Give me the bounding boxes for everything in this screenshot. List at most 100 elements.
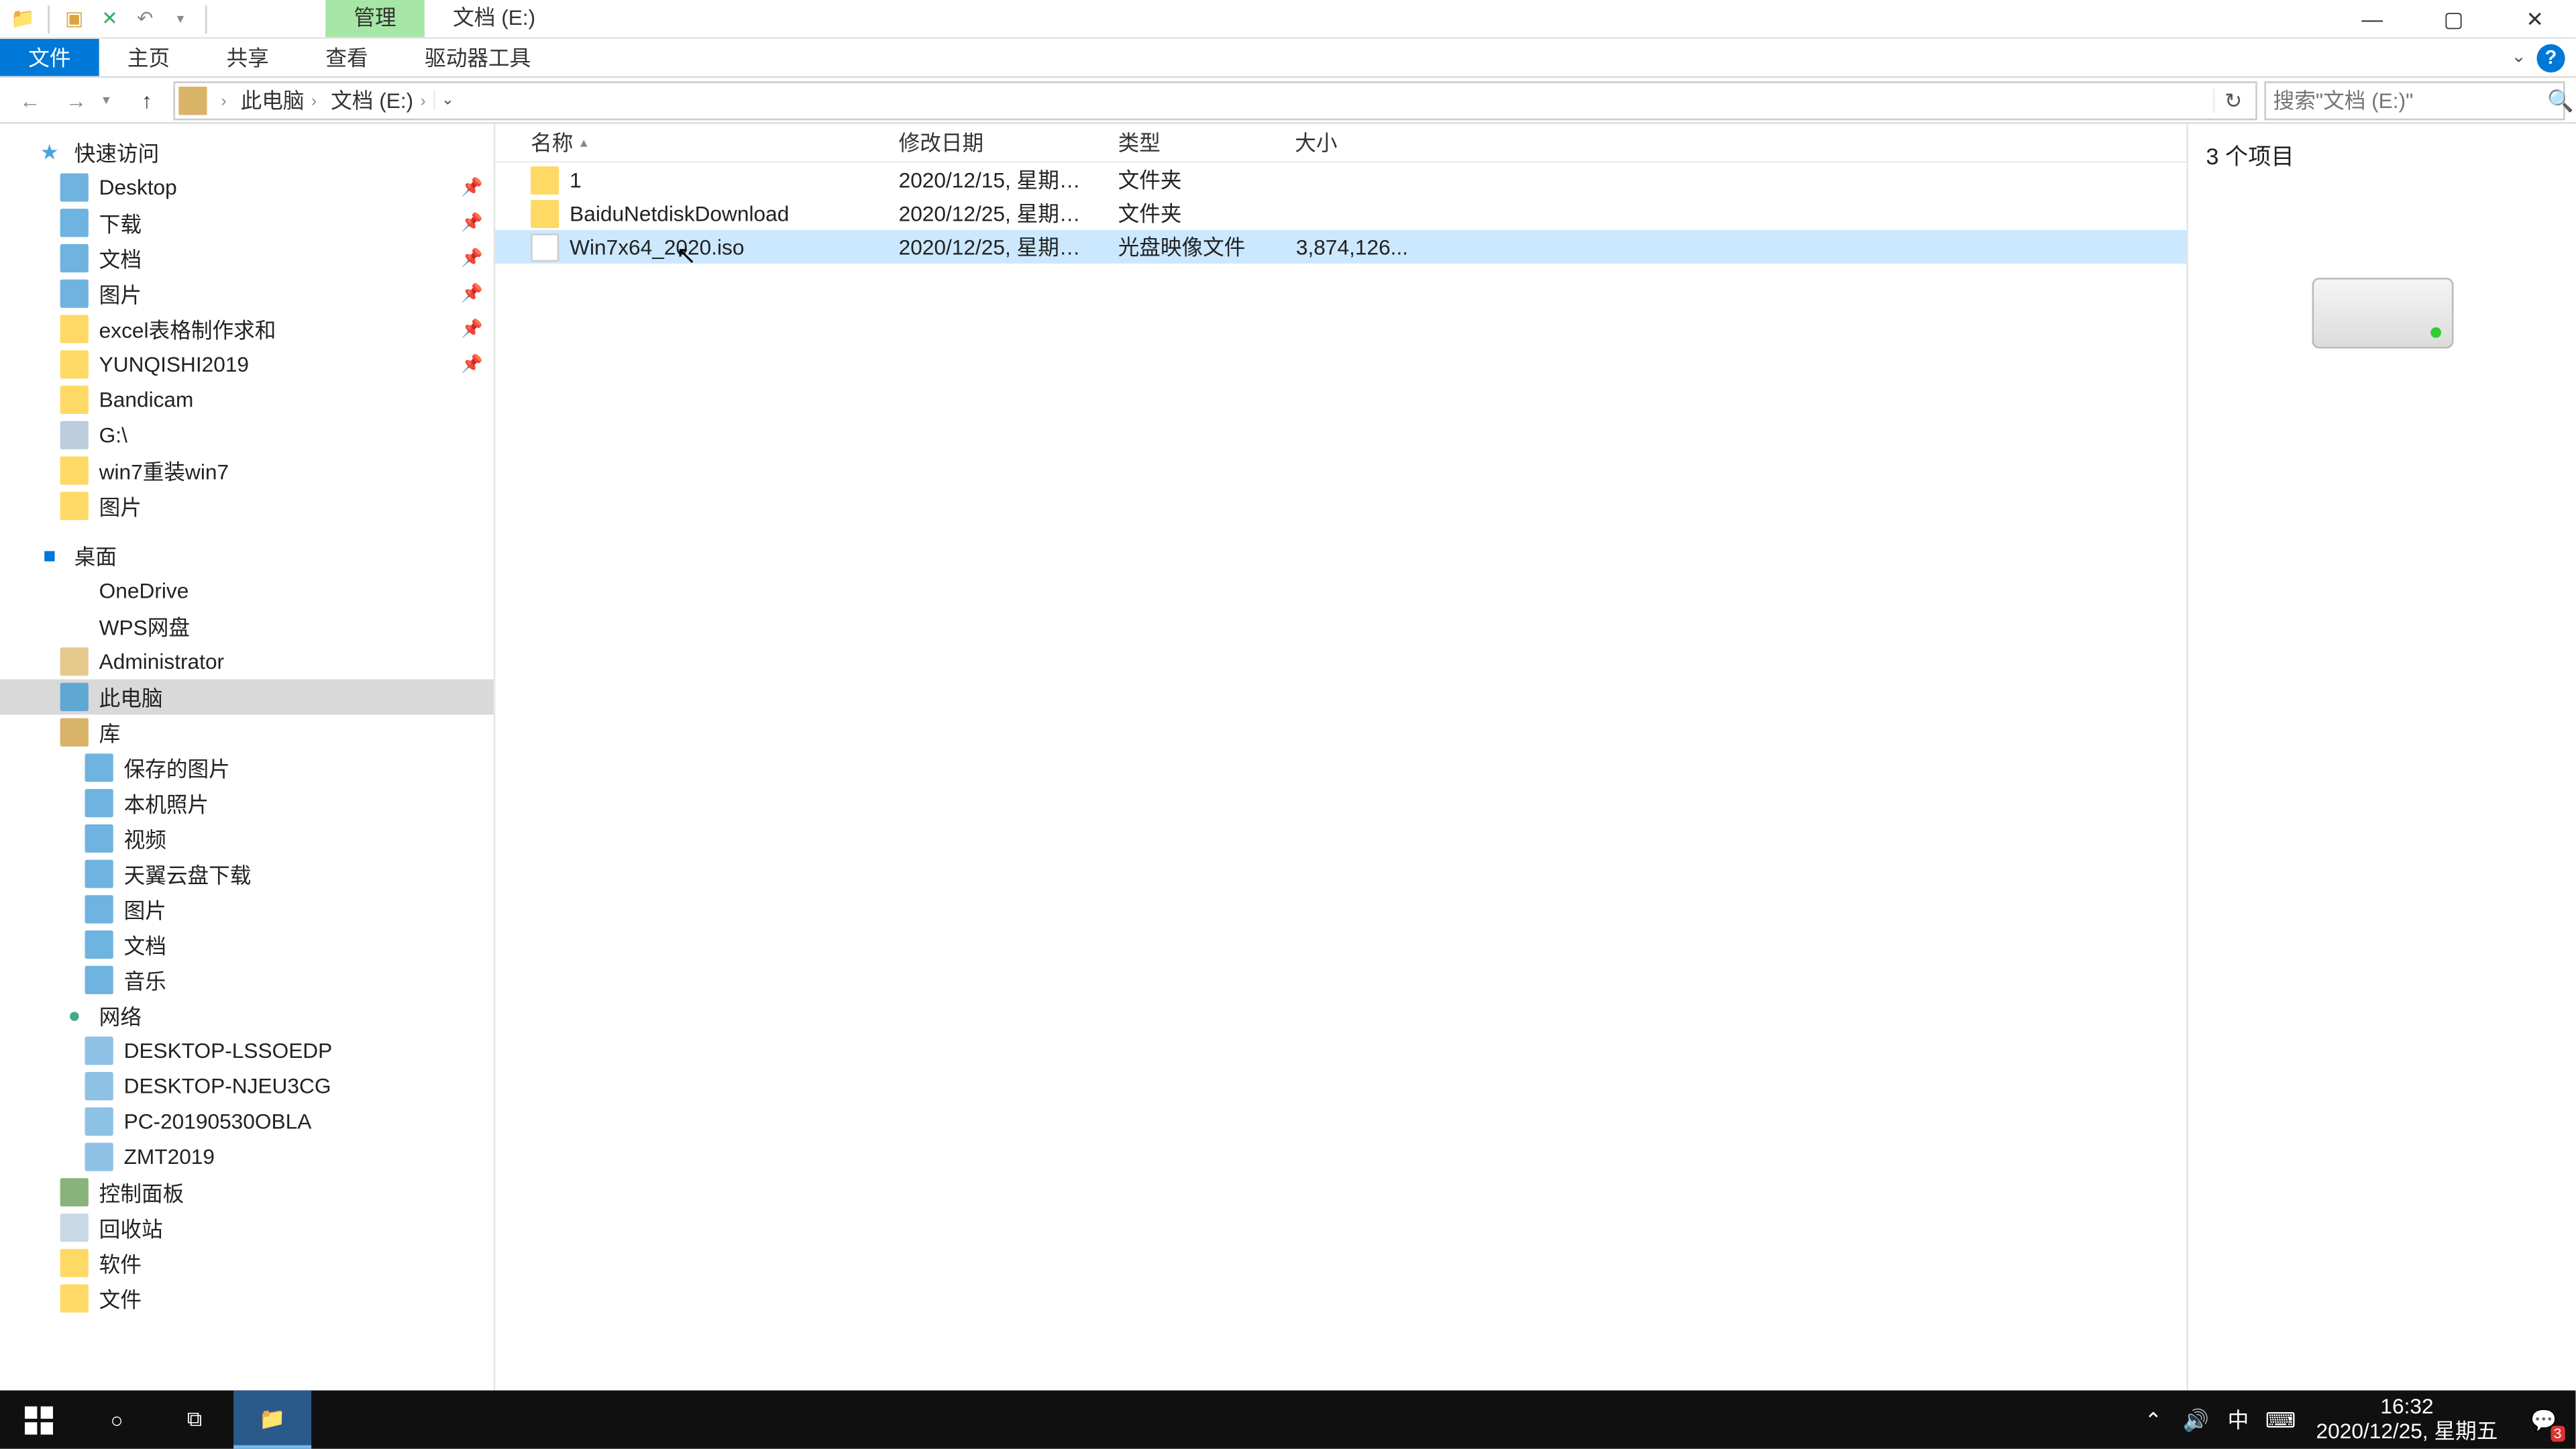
tab-view[interactable]: 查看	[297, 39, 396, 76]
tree-item[interactable]: 视频	[0, 821, 494, 857]
tray-overflow-icon[interactable]: ⌃	[2132, 1391, 2174, 1449]
address-icon	[178, 86, 207, 114]
tree-item[interactable]: 下载📌	[0, 205, 494, 241]
tree-item[interactable]: ZMT2019	[0, 1139, 494, 1175]
tab-file[interactable]: 文件	[0, 39, 99, 76]
folder-icon	[531, 199, 559, 227]
col-type[interactable]: 类型	[1104, 124, 1281, 161]
action-center-icon[interactable]: 💬3	[2512, 1391, 2576, 1449]
crumb-location[interactable]: 文档 (E:)›	[324, 85, 433, 115]
tray-ime-icon[interactable]: 中	[2217, 1391, 2259, 1449]
tree-item[interactable]: 图片📌	[0, 276, 494, 311]
tree-item[interactable]: Bandicam	[0, 382, 494, 418]
taskbar[interactable]: ○ ⧉ 📁 ⌃ 🔊 中 ⌨ 16:32 2020/12/25, 星期五 💬3	[0, 1391, 2575, 1449]
explorer-window: 📁 ▣ ✕ ↶ ▾ 管理 文档 (E:) — ▢ ✕ 文件 主页 共享 查看 驱…	[0, 0, 2575, 1449]
tree-desktop[interactable]: ■桌面	[0, 538, 494, 574]
tree-item[interactable]: excel表格制作求和📌	[0, 311, 494, 347]
crumb-root[interactable]: ›	[211, 91, 233, 109]
title-bar: 📁 ▣ ✕ ↶ ▾ 管理 文档 (E:) — ▢ ✕	[0, 0, 2575, 39]
tree-control-panel[interactable]: 控制面板	[0, 1175, 494, 1210]
tray-clock[interactable]: 16:32 2020/12/25, 星期五	[2302, 1396, 2512, 1443]
crumb-pc[interactable]: 此电脑›	[233, 85, 324, 115]
pin-icon: 📌	[461, 284, 483, 303]
tree-item[interactable]: 图片	[0, 488, 494, 524]
nav-tree[interactable]: ★快速访问 Desktop📌下载📌文档📌图片📌excel表格制作求和📌YUNQI…	[0, 124, 495, 1410]
tray-volume-icon[interactable]: 🔊	[2175, 1391, 2217, 1449]
tree-item[interactable]: YUNQISHI2019📌	[0, 347, 494, 382]
tree-item[interactable]: DESKTOP-NJEU3CG	[0, 1069, 494, 1104]
table-row[interactable]: BaiduNetdiskDownload2020/12/25, 星期五 1...…	[495, 197, 2186, 230]
drive-icon	[2311, 278, 2453, 348]
tree-item[interactable]: DESKTOP-LSSOEDP	[0, 1033, 494, 1069]
tree-item[interactable]: 本机照片	[0, 786, 494, 821]
pin-icon: 📌	[461, 355, 483, 374]
table-row[interactable]: Win7x64_2020.iso2020/12/25, 星期五 1...光盘映像…	[495, 230, 2186, 264]
tree-item[interactable]: win7重装win7	[0, 453, 494, 488]
nav-back-icon[interactable]: ←	[11, 80, 50, 119]
file-icon	[531, 233, 559, 261]
tree-files[interactable]: 文件	[0, 1281, 494, 1316]
taskbar-explorer-icon[interactable]: 📁	[233, 1391, 311, 1449]
nav-up-icon[interactable]: ↑	[127, 80, 166, 119]
col-date[interactable]: 修改日期	[885, 124, 1104, 161]
folder-icon	[531, 166, 559, 194]
tree-item[interactable]: 图片	[0, 892, 494, 927]
nav-bar: ← → ▾ ↑ › 此电脑› 文档 (E:)› ⌄ ↻ 🔍	[0, 78, 2575, 124]
address-dropdown-icon[interactable]: ⌄	[433, 90, 461, 109]
maximize-button[interactable]: ▢	[2413, 0, 2494, 38]
window-title: 文档 (E:)	[425, 0, 564, 37]
tree-item[interactable]: 库	[0, 714, 494, 750]
taskbar-search-icon[interactable]: ○	[78, 1391, 156, 1449]
preview-pane: 3 个项目	[2186, 124, 2575, 1410]
tree-software[interactable]: 软件	[0, 1245, 494, 1281]
refresh-icon[interactable]: ↻	[2213, 88, 2252, 113]
col-size[interactable]: 大小	[1281, 124, 1422, 161]
tab-drive-tools[interactable]: 驱动器工具	[396, 39, 559, 76]
tree-item[interactable]: 保存的图片	[0, 750, 494, 786]
tree-item[interactable]: 天翼云盘下载	[0, 856, 494, 892]
address-bar[interactable]: › 此电脑› 文档 (E:)› ⌄ ↻	[173, 80, 2257, 119]
tree-quick-access[interactable]: ★快速访问	[0, 134, 494, 170]
start-button[interactable]	[0, 1391, 78, 1449]
tab-home[interactable]: 主页	[99, 39, 199, 76]
tree-item[interactable]: Administrator	[0, 644, 494, 680]
pin-icon: 📌	[461, 319, 483, 339]
ribbon-tabs: 文件 主页 共享 查看 驱动器工具 ⌄ ?	[0, 39, 2575, 78]
app-icon[interactable]: 📁	[7, 3, 39, 34]
tab-share[interactable]: 共享	[198, 39, 297, 76]
context-tab[interactable]: 管理	[325, 0, 425, 37]
qat-undo-icon[interactable]: ↶	[129, 3, 161, 34]
tree-item[interactable]: 此电脑	[0, 680, 494, 715]
tree-item[interactable]: OneDrive	[0, 573, 494, 608]
nav-forward-icon[interactable]: →	[56, 80, 95, 119]
table-row[interactable]: 12020/12/15, 星期二 1...文件夹	[495, 163, 2186, 197]
tree-item[interactable]: Desktop📌	[0, 170, 494, 205]
qat-delete-icon[interactable]: ✕	[94, 3, 125, 34]
quick-access-toolbar: 📁 ▣ ✕ ↶ ▾	[0, 0, 219, 37]
search-icon[interactable]: 🔍	[2547, 88, 2573, 113]
tree-item[interactable]: 文档	[0, 927, 494, 963]
task-view-icon[interactable]: ⧉	[156, 1391, 233, 1449]
close-button[interactable]: ✕	[2494, 0, 2575, 38]
tree-item[interactable]: 文档📌	[0, 241, 494, 276]
qat-properties-icon[interactable]: ▣	[58, 3, 90, 34]
tree-item[interactable]: G:\	[0, 417, 494, 453]
help-icon[interactable]: ?	[2536, 44, 2565, 72]
column-headers[interactable]: 名称▴ 修改日期 类型 大小	[495, 124, 2186, 163]
file-list: 名称▴ 修改日期 类型 大小 ↖ 12020/12/15, 星期二 1...文件…	[495, 124, 2186, 1410]
tree-item[interactable]: WPS网盘	[0, 608, 494, 644]
nav-history-icon[interactable]: ▾	[103, 92, 120, 108]
tree-item[interactable]: 音乐	[0, 963, 494, 998]
pin-icon: 📌	[461, 213, 483, 233]
pin-icon: 📌	[461, 248, 483, 268]
qat-dropdown-icon[interactable]: ▾	[164, 3, 196, 34]
tree-recycle-bin[interactable]: 回收站	[0, 1210, 494, 1246]
tree-item[interactable]: PC-20190530OBLA	[0, 1104, 494, 1139]
ribbon-collapse-icon[interactable]: ⌄	[2512, 48, 2526, 67]
col-name[interactable]: 名称▴	[495, 124, 884, 161]
search-box[interactable]: 🔍	[2264, 80, 2565, 119]
tree-network[interactable]: ●网络	[0, 998, 494, 1033]
minimize-button[interactable]: —	[2332, 0, 2413, 38]
tray-input-icon[interactable]: ⌨	[2259, 1391, 2302, 1449]
search-input[interactable]	[2273, 88, 2548, 113]
